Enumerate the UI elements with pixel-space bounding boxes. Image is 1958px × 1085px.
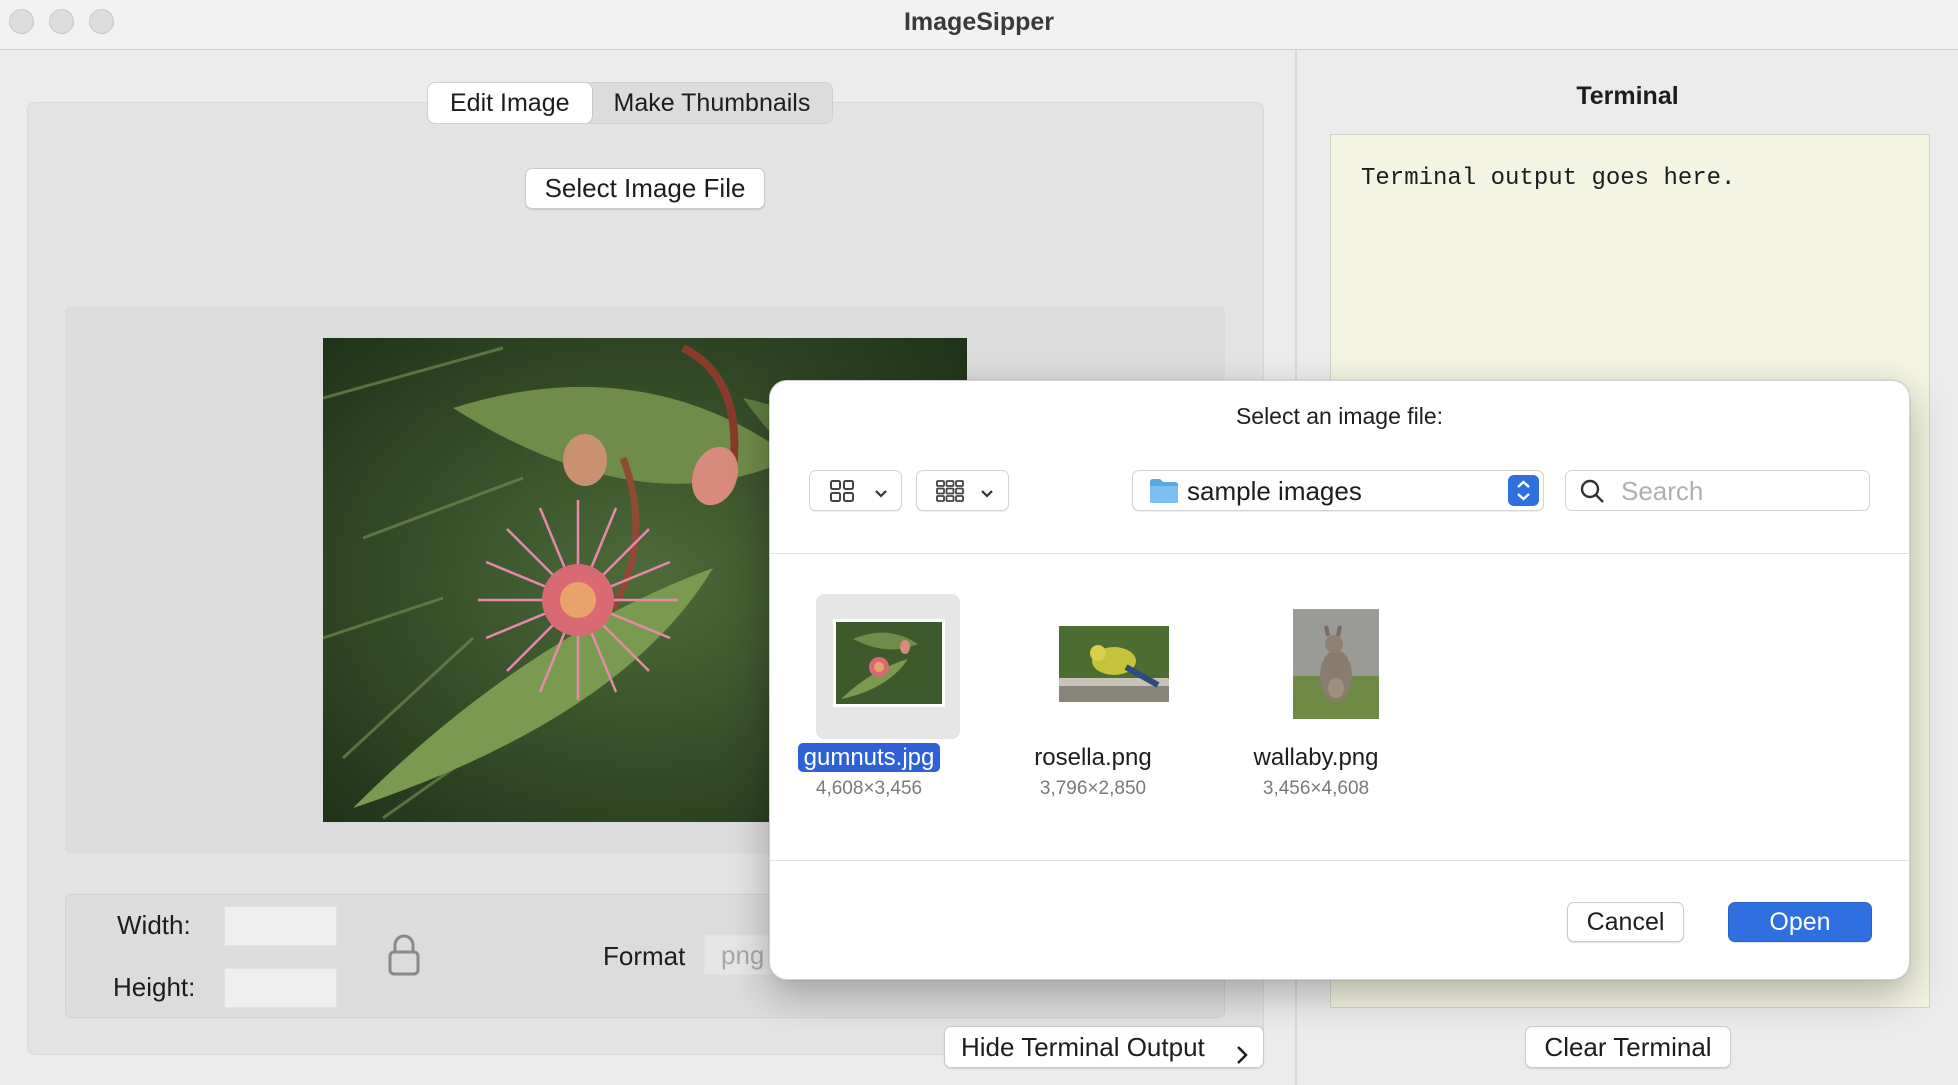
select-image-file-button[interactable]: Select Image File <box>525 168 765 209</box>
file-item-rosella[interactable]: rosella.png 3,796×2,850 <box>1003 594 1183 804</box>
search-icon <box>1579 478 1605 509</box>
hide-terminal-output-button[interactable]: Hide Terminal Output <box>944 1026 1264 1068</box>
chevron-right-icon <box>1235 1037 1249 1077</box>
file-item-gumnuts[interactable]: gumnuts.jpg 4,608×3,456 <box>779 594 960 804</box>
stepper-icon <box>1508 475 1539 506</box>
chevron-down-icon <box>874 486 888 504</box>
height-label: Height: <box>113 972 196 1002</box>
open-button[interactable]: Open <box>1728 902 1872 942</box>
grid-view-icon <box>830 480 854 507</box>
thumbnail-rosella <box>1056 623 1172 710</box>
dialog-title: Select an image file: <box>1235 403 1444 429</box>
height-field[interactable] <box>224 968 337 1008</box>
chevron-down-icon <box>980 486 994 504</box>
terminal-title: Terminal <box>1576 82 1679 110</box>
location-label: sample images <box>1187 476 1362 506</box>
format-popup[interactable]: png <box>704 935 774 975</box>
dialog-separator-bottom <box>770 860 1909 861</box>
tab-edit-image[interactable]: Edit Image <box>428 83 592 123</box>
cancel-button[interactable]: Cancel <box>1567 902 1684 942</box>
file-item-wallaby[interactable]: wallaby.png 3,456×4,608 <box>1226 594 1406 804</box>
location-popup[interactable]: sample images <box>1132 470 1544 511</box>
thumbnail-gumnuts <box>833 619 945 712</box>
file-dimensions: 3,456×4,608 <box>1262 778 1370 799</box>
file-name: rosella.png <box>1034 744 1152 771</box>
folder-icon <box>1149 478 1179 509</box>
window-title: ImageSipper <box>903 8 1055 36</box>
dialog-separator-top <box>770 553 1909 554</box>
width-field[interactable] <box>224 906 337 946</box>
icon-view-button[interactable] <box>809 470 902 511</box>
hide-terminal-output-label: Hide Terminal Output <box>961 1032 1205 1062</box>
editor-tab-bar: Edit Image Make Thumbnails <box>427 82 834 124</box>
title-bar: ImageSipper <box>0 0 1958 50</box>
thumbnail-wallaby <box>1290 606 1382 727</box>
lock-icon[interactable] <box>388 934 420 981</box>
file-name: gumnuts.jpg <box>797 743 941 772</box>
open-file-dialog: Select an image file: sample images Sear… <box>769 380 1910 980</box>
file-dimensions: 4,608×3,456 <box>815 778 923 799</box>
search-placeholder: Search <box>1621 476 1704 506</box>
clear-terminal-button[interactable]: Clear Terminal <box>1525 1026 1731 1068</box>
terminal-output-text: Terminal output goes here. <box>1361 165 1736 192</box>
format-label: Format <box>603 941 686 971</box>
search-field[interactable]: Search <box>1565 470 1870 511</box>
group-view-button[interactable] <box>916 470 1009 511</box>
column-view-icon <box>936 480 964 507</box>
width-label: Width: <box>117 910 191 940</box>
file-dimensions: 3,796×2,850 <box>1039 778 1147 799</box>
file-name: wallaby.png <box>1253 744 1379 771</box>
tab-make-thumbnails[interactable]: Make Thumbnails <box>592 83 833 123</box>
